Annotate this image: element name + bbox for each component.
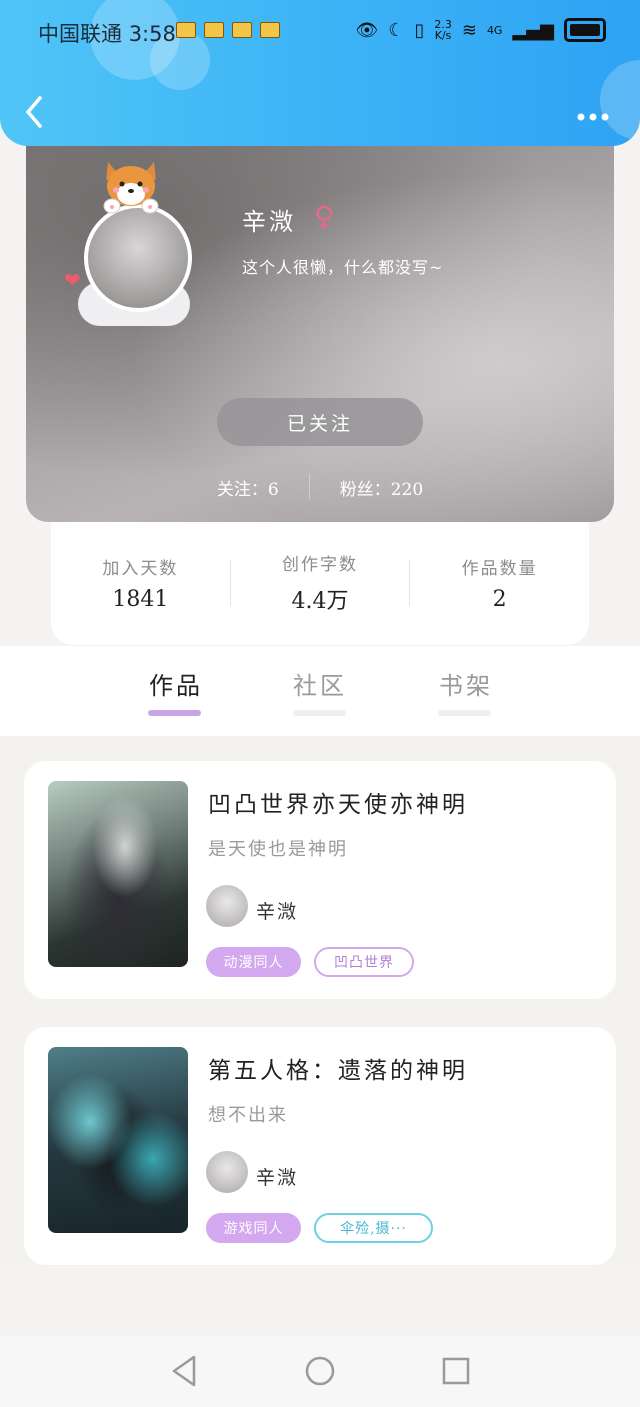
tab-bar: 作品 社区 书架 [0,646,640,736]
profile-name: 辛溦 [242,208,296,236]
follow-button[interactable]: 已关注 [217,398,423,446]
female-icon: ♀ [314,200,335,233]
avatar-frame[interactable]: ❤ [64,156,198,326]
network-speed-unit: K/s [434,29,452,42]
system-navigation-bar [0,1336,640,1407]
work-tag[interactable]: 动漫同人 [206,947,301,977]
chevron-left-icon [26,96,42,128]
work-title[interactable]: 第五人格：遗落的神明 [208,1051,468,1085]
notification-icon [176,22,196,38]
author-name: 辛溦 [256,901,299,923]
work-description: 想不出来 [208,1105,288,1126]
work-cover-image[interactable] [48,781,188,967]
network-speed: 2.3 K/s [434,19,452,41]
status-time: 3:58 [128,22,176,46]
tab-works[interactable]: 作品 [148,666,204,701]
work-description: 是天使也是神明 [208,839,348,860]
work-tag[interactable]: 游戏同人 [206,1213,301,1243]
more-button[interactable] [576,96,610,126]
followers-count[interactable]: 粉丝：220 [310,475,453,500]
nav-recent-apps-icon[interactable] [441,1354,471,1388]
work-tag[interactable]: 伞殓,摄··· [314,1213,433,1243]
author-name: 辛溦 [256,1167,299,1189]
notification-icons [176,22,280,38]
eye-icon: 👁 [355,19,379,41]
stat-label: 加入天数 [102,558,179,579]
battery-icon [564,18,606,42]
carrier-name: 中国联通 [38,22,122,46]
profile-card: ❤ 辛溦 ♀ 这个人很懒，什么都没写~ 已关注 关注：6 粉丝：220 [26,120,614,522]
stat-value: 4.4万 [291,589,349,614]
stat-value: 1841 [112,586,169,612]
stat-value: 2 [492,586,507,612]
moon-icon: ☾ [388,19,405,41]
tab-indicator [148,710,201,716]
back-button[interactable] [22,94,46,130]
vibrate-icon: ▯ [414,19,425,41]
status-bar-left: 中国联通 3:58 [38,18,176,48]
tab-indicator [293,710,346,716]
wifi-icon: ≋ [461,19,477,41]
tab-indicator [438,710,491,716]
network-type: 4G [486,23,503,37]
tab-bookshelf[interactable]: 书架 [438,666,494,701]
stat-word-count: 创作字数 4.4万 [231,550,410,615]
status-bar-right: 👁 ☾ ▯ 2.3 K/s ≋ 4G ▂▄▆ [355,18,606,42]
top-bar: 中国联通 3:58 👁 ☾ ▯ 2.3 K/s ≋ 4G ▂▄▆ [0,0,640,146]
stat-join-days: 加入天数 1841 [51,554,230,612]
works-list: 凹凸世界亦天使亦神明 是天使也是神明 辛溦 动漫同人 凹凸世界 第五人格：遗落的… [0,736,640,1266]
following-count[interactable]: 关注：6 [187,475,309,500]
work-title[interactable]: 凹凸世界亦天使亦神明 [208,785,468,819]
work-card[interactable]: 凹凸世界亦天使亦神明 是天使也是神明 辛溦 动漫同人 凹凸世界 [24,761,616,999]
author-avatar [206,885,248,927]
stat-works-count: 作品数量 2 [410,554,589,612]
work-tag[interactable]: 凹凸世界 [314,947,414,977]
follow-counts: 关注：6 粉丝：220 [26,472,614,502]
notification-icon [204,22,224,38]
corgi-icon [103,162,159,214]
more-dots-icon [577,113,609,121]
stat-label: 创作字数 [282,555,358,575]
avatar [84,204,192,312]
heart-icon: ❤ [64,268,81,292]
work-card[interactable]: 第五人格：遗落的神明 想不出来 辛溦 游戏同人 伞殓,摄··· [24,1027,616,1265]
notification-icon [260,22,280,38]
nav-home-icon[interactable] [304,1354,336,1388]
stat-label: 作品数量 [461,558,538,579]
author-avatar [206,1151,248,1193]
signal-icon: ▂▄▆ [512,19,554,41]
profile-bio: 这个人很懒，什么都没写~ [242,258,444,277]
notification-icon [232,22,252,38]
work-cover-image[interactable] [48,1047,188,1233]
tab-community[interactable]: 社区 [292,666,348,701]
nav-back-icon[interactable] [170,1354,198,1388]
